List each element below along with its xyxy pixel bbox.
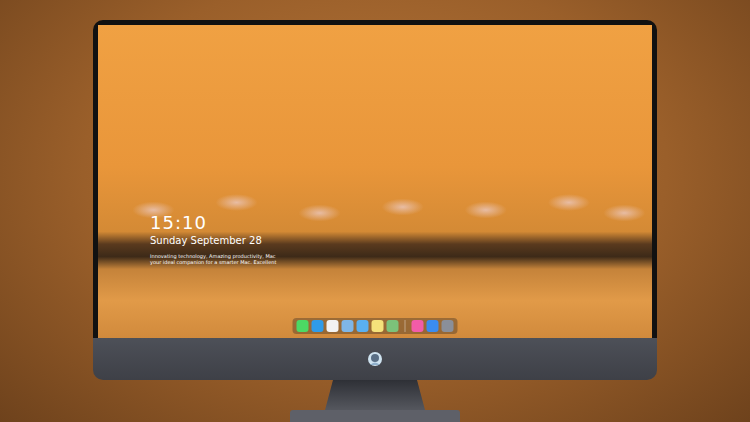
- app-icon[interactable]: [372, 320, 384, 332]
- app-icon[interactable]: [387, 320, 399, 332]
- logo-icon: [367, 351, 383, 367]
- app-icon[interactable]: [327, 320, 339, 332]
- tagline: Innovating technology, Amazing productiv…: [150, 253, 276, 265]
- clock-date: Sunday September 28: [150, 235, 276, 247]
- stand: [290, 380, 460, 422]
- stand-base: [290, 410, 460, 422]
- app-icon[interactable]: [427, 320, 439, 332]
- app-icon[interactable]: [342, 320, 354, 332]
- app-icon[interactable]: [357, 320, 369, 332]
- chin: [93, 338, 657, 380]
- app-icon[interactable]: [312, 320, 324, 332]
- tagline-line: Innovating technology, Amazing productiv…: [150, 253, 276, 259]
- lock-screen-info: 15:10 Sunday September 28 Innovating techn…: [150, 213, 276, 265]
- dock: [293, 318, 458, 334]
- mockup: 15:10 Sunday September 28 Innovating techn…: [0, 0, 750, 422]
- wallpaper-photo: [98, 120, 652, 270]
- tagline-line: your ideal companion for a smarter Mac. …: [150, 259, 276, 265]
- app-icon[interactable]: [297, 320, 309, 332]
- dock-separator: [405, 320, 406, 332]
- monitor: 15:10 Sunday September 28 Innovating techn…: [93, 20, 657, 380]
- screen: 15:10 Sunday September 28 Innovating techn…: [98, 25, 652, 338]
- dock-group: [297, 320, 399, 332]
- dock-group: [412, 320, 454, 332]
- app-icon[interactable]: [442, 320, 454, 332]
- clock-time: 15:10: [150, 213, 276, 233]
- app-icon[interactable]: [412, 320, 424, 332]
- stand-neck: [325, 380, 425, 410]
- bezel: 15:10 Sunday September 28 Innovating techn…: [93, 20, 657, 338]
